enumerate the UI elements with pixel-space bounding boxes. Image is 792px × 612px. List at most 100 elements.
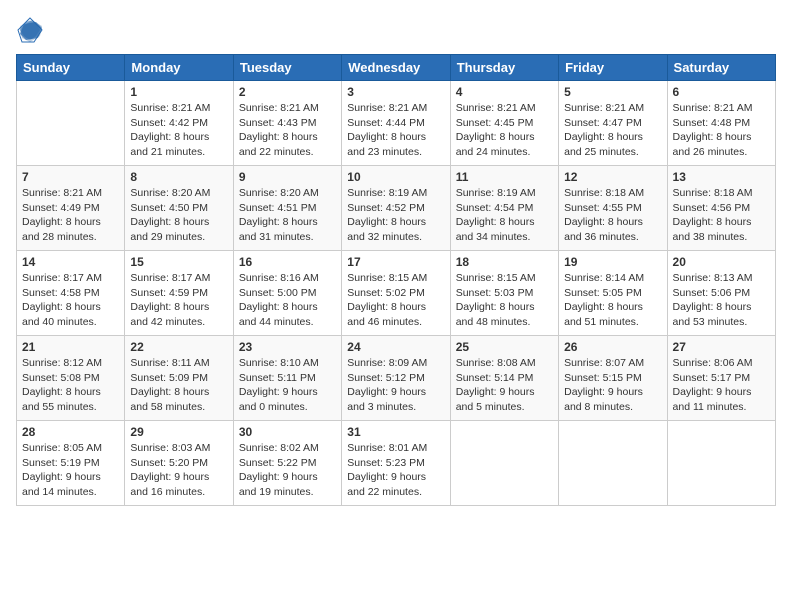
day-number: 18 bbox=[456, 255, 553, 269]
day-cell: 30Sunrise: 8:02 AM Sunset: 5:22 PM Dayli… bbox=[233, 421, 341, 506]
day-cell: 4Sunrise: 8:21 AM Sunset: 4:45 PM Daylig… bbox=[450, 81, 558, 166]
day-cell: 13 Sunrise: 8:18 AM Sunset: 4:56 PM Dayli… bbox=[667, 166, 775, 251]
day-number: 2 bbox=[239, 85, 336, 99]
day-info: Sunrise: 8:18 AM Sunset: 4:56 PM Dayligh… bbox=[673, 186, 770, 245]
day-info: Sunrise: 8:21 AM Sunset: 4:49 PM Dayligh… bbox=[22, 186, 119, 245]
day-cell: 8 Sunrise: 8:20 AM Sunset: 4:50 PM Daylig… bbox=[125, 166, 233, 251]
day-number: 7 bbox=[22, 170, 119, 184]
day-info: Sunrise: 8:20 AM Sunset: 4:50 PM Dayligh… bbox=[130, 186, 227, 245]
calendar-table: SundayMondayTuesdayWednesdayThursdayFrid… bbox=[16, 54, 776, 506]
day-number: 3 bbox=[347, 85, 444, 99]
day-number: 8 bbox=[130, 170, 227, 184]
day-cell: 24 Sunrise: 8:09 AM Sunset: 5:12 PM Dayli… bbox=[342, 336, 450, 421]
day-number: 31 bbox=[347, 425, 444, 439]
header-friday: Friday bbox=[559, 55, 667, 81]
day-info: Sunrise: 8:21 AM Sunset: 4:42 PM Dayligh… bbox=[130, 101, 227, 160]
day-info: Sunrise: 8:15 AM Sunset: 5:03 PM Dayligh… bbox=[456, 271, 553, 330]
day-cell: 18 Sunrise: 8:15 AM Sunset: 5:03 PM Dayli… bbox=[450, 251, 558, 336]
day-number: 16 bbox=[239, 255, 336, 269]
header-monday: Monday bbox=[125, 55, 233, 81]
day-number: 26 bbox=[564, 340, 661, 354]
day-cell: 23Sunrise: 8:10 AM Sunset: 5:11 PM Dayli… bbox=[233, 336, 341, 421]
day-info: Sunrise: 8:12 AM Sunset: 5:08 PM Dayligh… bbox=[22, 356, 119, 415]
day-info: Sunrise: 8:21 AM Sunset: 4:43 PM Dayligh… bbox=[239, 101, 336, 160]
week-row-1: 1 Sunrise: 8:21 AM Sunset: 4:42 PM Daylig… bbox=[17, 81, 776, 166]
day-info: Sunrise: 8:10 AM Sunset: 5:11 PM Dayligh… bbox=[239, 356, 336, 415]
page-header bbox=[16, 16, 776, 44]
day-cell: 29 Sunrise: 8:03 AM Sunset: 5:20 PM Dayli… bbox=[125, 421, 233, 506]
day-number: 28 bbox=[22, 425, 119, 439]
day-info: Sunrise: 8:15 AM Sunset: 5:02 PM Dayligh… bbox=[347, 271, 444, 330]
day-number: 10 bbox=[347, 170, 444, 184]
day-cell: 31 Sunrise: 8:01 AM Sunset: 5:23 PM Dayli… bbox=[342, 421, 450, 506]
day-number: 13 bbox=[673, 170, 770, 184]
header-tuesday: Tuesday bbox=[233, 55, 341, 81]
day-number: 29 bbox=[130, 425, 227, 439]
day-info: Sunrise: 8:09 AM Sunset: 5:12 PM Dayligh… bbox=[347, 356, 444, 415]
day-number: 27 bbox=[673, 340, 770, 354]
day-info: Sunrise: 8:03 AM Sunset: 5:20 PM Dayligh… bbox=[130, 441, 227, 500]
day-cell: 14 Sunrise: 8:17 AM Sunset: 4:58 PM Dayli… bbox=[17, 251, 125, 336]
day-number: 17 bbox=[347, 255, 444, 269]
header-wednesday: Wednesday bbox=[342, 55, 450, 81]
day-cell: 27Sunrise: 8:06 AM Sunset: 5:17 PM Dayli… bbox=[667, 336, 775, 421]
day-cell: 12 Sunrise: 8:18 AM Sunset: 4:55 PM Dayli… bbox=[559, 166, 667, 251]
day-cell: 25 Sunrise: 8:08 AM Sunset: 5:14 PM Dayli… bbox=[450, 336, 558, 421]
logo bbox=[16, 16, 48, 44]
header-saturday: Saturday bbox=[667, 55, 775, 81]
day-number: 15 bbox=[130, 255, 227, 269]
day-info: Sunrise: 8:21 AM Sunset: 4:48 PM Dayligh… bbox=[673, 101, 770, 160]
day-cell: 11 Sunrise: 8:19 AM Sunset: 4:54 PM Dayli… bbox=[450, 166, 558, 251]
day-info: Sunrise: 8:21 AM Sunset: 4:47 PM Dayligh… bbox=[564, 101, 661, 160]
day-number: 21 bbox=[22, 340, 119, 354]
day-info: Sunrise: 8:13 AM Sunset: 5:06 PM Dayligh… bbox=[673, 271, 770, 330]
day-cell bbox=[17, 81, 125, 166]
day-number: 25 bbox=[456, 340, 553, 354]
day-number: 12 bbox=[564, 170, 661, 184]
day-cell: 21 Sunrise: 8:12 AM Sunset: 5:08 PM Dayli… bbox=[17, 336, 125, 421]
header-row: SundayMondayTuesdayWednesdayThursdayFrid… bbox=[17, 55, 776, 81]
day-info: Sunrise: 8:08 AM Sunset: 5:14 PM Dayligh… bbox=[456, 356, 553, 415]
day-info: Sunrise: 8:01 AM Sunset: 5:23 PM Dayligh… bbox=[347, 441, 444, 500]
day-info: Sunrise: 8:20 AM Sunset: 4:51 PM Dayligh… bbox=[239, 186, 336, 245]
day-info: Sunrise: 8:17 AM Sunset: 4:59 PM Dayligh… bbox=[130, 271, 227, 330]
day-cell: 7 Sunrise: 8:21 AM Sunset: 4:49 PM Daylig… bbox=[17, 166, 125, 251]
day-cell bbox=[450, 421, 558, 506]
day-number: 22 bbox=[130, 340, 227, 354]
day-cell: 20Sunrise: 8:13 AM Sunset: 5:06 PM Dayli… bbox=[667, 251, 775, 336]
day-info: Sunrise: 8:05 AM Sunset: 5:19 PM Dayligh… bbox=[22, 441, 119, 500]
day-info: Sunrise: 8:19 AM Sunset: 4:54 PM Dayligh… bbox=[456, 186, 553, 245]
day-cell: 17 Sunrise: 8:15 AM Sunset: 5:02 PM Dayli… bbox=[342, 251, 450, 336]
day-number: 24 bbox=[347, 340, 444, 354]
day-info: Sunrise: 8:14 AM Sunset: 5:05 PM Dayligh… bbox=[564, 271, 661, 330]
header-thursday: Thursday bbox=[450, 55, 558, 81]
day-cell: 5 Sunrise: 8:21 AM Sunset: 4:47 PM Daylig… bbox=[559, 81, 667, 166]
day-cell: 6Sunrise: 8:21 AM Sunset: 4:48 PM Daylig… bbox=[667, 81, 775, 166]
day-cell: 22Sunrise: 8:11 AM Sunset: 5:09 PM Dayli… bbox=[125, 336, 233, 421]
day-info: Sunrise: 8:17 AM Sunset: 4:58 PM Dayligh… bbox=[22, 271, 119, 330]
day-info: Sunrise: 8:07 AM Sunset: 5:15 PM Dayligh… bbox=[564, 356, 661, 415]
day-cell: 1 Sunrise: 8:21 AM Sunset: 4:42 PM Daylig… bbox=[125, 81, 233, 166]
day-number: 9 bbox=[239, 170, 336, 184]
day-cell: 9 Sunrise: 8:20 AM Sunset: 4:51 PM Daylig… bbox=[233, 166, 341, 251]
header-sunday: Sunday bbox=[17, 55, 125, 81]
day-number: 19 bbox=[564, 255, 661, 269]
day-info: Sunrise: 8:21 AM Sunset: 4:44 PM Dayligh… bbox=[347, 101, 444, 160]
day-info: Sunrise: 8:18 AM Sunset: 4:55 PM Dayligh… bbox=[564, 186, 661, 245]
day-cell: 19 Sunrise: 8:14 AM Sunset: 5:05 PM Dayli… bbox=[559, 251, 667, 336]
day-number: 14 bbox=[22, 255, 119, 269]
day-number: 30 bbox=[239, 425, 336, 439]
week-row-4: 21 Sunrise: 8:12 AM Sunset: 5:08 PM Dayli… bbox=[17, 336, 776, 421]
day-cell: 28 Sunrise: 8:05 AM Sunset: 5:19 PM Dayli… bbox=[17, 421, 125, 506]
day-cell: 16Sunrise: 8:16 AM Sunset: 5:00 PM Dayli… bbox=[233, 251, 341, 336]
day-cell bbox=[667, 421, 775, 506]
day-cell: 10 Sunrise: 8:19 AM Sunset: 4:52 PM Dayli… bbox=[342, 166, 450, 251]
day-number: 1 bbox=[130, 85, 227, 99]
week-row-3: 14 Sunrise: 8:17 AM Sunset: 4:58 PM Dayli… bbox=[17, 251, 776, 336]
day-number: 11 bbox=[456, 170, 553, 184]
day-cell: 2 Sunrise: 8:21 AM Sunset: 4:43 PM Daylig… bbox=[233, 81, 341, 166]
logo-icon bbox=[16, 16, 44, 44]
day-number: 5 bbox=[564, 85, 661, 99]
day-cell: 3 Sunrise: 8:21 AM Sunset: 4:44 PM Daylig… bbox=[342, 81, 450, 166]
day-info: Sunrise: 8:19 AM Sunset: 4:52 PM Dayligh… bbox=[347, 186, 444, 245]
